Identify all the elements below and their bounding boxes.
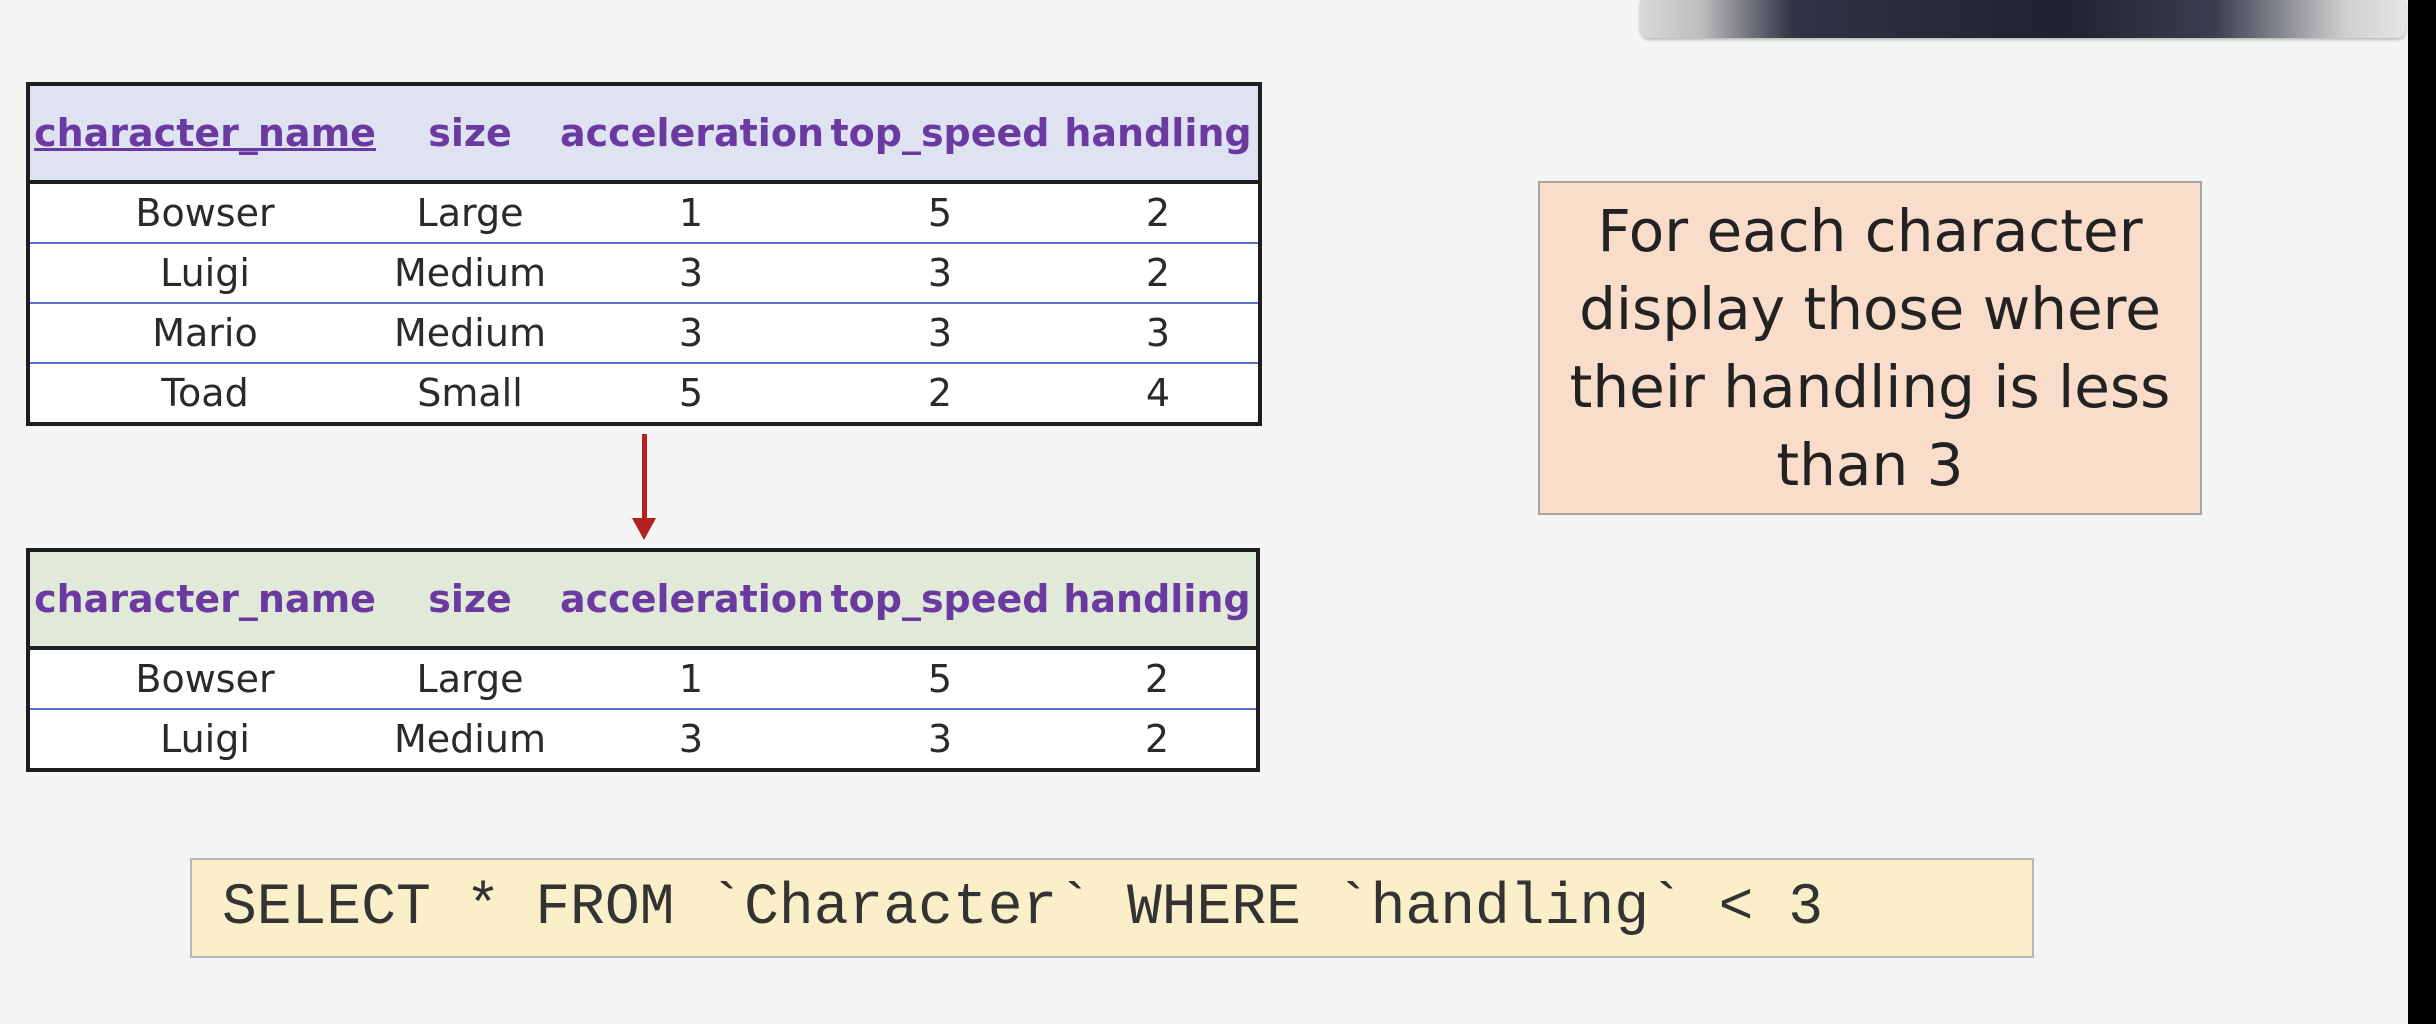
table-cell: Medium: [394, 717, 546, 761]
table-row: Mario Medium 3 3 3: [28, 303, 1260, 364]
table-header-row: character_name size acceleration top_spe…: [28, 84, 1260, 184]
table-cell: Mario: [28, 303, 380, 364]
column-header-acceleration: acceleration: [560, 84, 824, 184]
table-cell: Large: [380, 648, 560, 710]
column-header-handling: handling: [1058, 550, 1258, 650]
sql-query-box: SELECT * FROM `Character` WHERE `handlin…: [190, 858, 2034, 958]
webcam-video-thumbnail: [1640, 0, 2406, 38]
table-cell: Bowser: [28, 648, 380, 710]
table-cell: Bowser: [28, 182, 380, 244]
table-row: Toad Small 5 2 4: [28, 363, 1260, 424]
table-row: Bowser Large 1 5 2: [28, 648, 1258, 710]
table-cell: 2: [1058, 243, 1260, 304]
table-cell: 3: [822, 243, 1058, 304]
table-row: Luigi Medium 3 3 2: [28, 243, 1260, 304]
table-cell: 2: [927, 371, 953, 415]
column-header-top-speed: top_speed: [822, 84, 1058, 184]
task-prompt-box: For each character display those where t…: [1538, 181, 2202, 515]
column-header-character-name: character_name: [28, 550, 380, 650]
table-row: Luigi Medium 3 3 2: [28, 709, 1258, 770]
sql-query-text: SELECT * FROM `Character` WHERE `handlin…: [222, 875, 1824, 941]
column-header-acceleration: acceleration: [560, 550, 824, 650]
screen-edge-bar: [2408, 0, 2436, 1024]
table-cell: Toad: [161, 371, 249, 415]
table-cell: Small: [417, 371, 523, 415]
column-header-handling: handling: [1058, 84, 1260, 184]
table-cell: Luigi: [160, 717, 250, 761]
column-header-top-speed: top_speed: [822, 550, 1058, 650]
task-prompt-text: For each character display those where t…: [1569, 197, 2171, 499]
table-cell: 3: [678, 717, 704, 761]
table-cell: 3: [560, 303, 822, 364]
table-cell: 2: [1144, 717, 1170, 761]
table-cell: 3: [1058, 303, 1260, 364]
table-cell: 3: [822, 303, 1058, 364]
table-cell: 2: [1058, 182, 1260, 244]
source-table: character_name size acceleration top_spe…: [26, 82, 1262, 426]
column-header-character-name: character_name: [28, 84, 380, 184]
table-cell: 5: [822, 648, 1058, 710]
table-cell: 1: [560, 648, 822, 710]
table-cell: 3: [560, 243, 822, 304]
table-cell: 4: [1145, 371, 1171, 415]
table-cell: 5: [822, 182, 1058, 244]
table-cell: Medium: [380, 243, 560, 304]
table-cell: Medium: [380, 303, 560, 364]
result-table: character_name size acceleration top_spe…: [26, 548, 1260, 772]
arrow-down-head-icon: [632, 518, 656, 540]
table-cell: 2: [1058, 648, 1258, 710]
table-cell: 1: [560, 182, 822, 244]
table-cell: Luigi: [28, 243, 380, 304]
column-header-size: size: [380, 84, 560, 184]
arrow-down-icon: [642, 434, 647, 522]
table-cell: Large: [380, 182, 560, 244]
table-header-row: character_name size acceleration top_spe…: [28, 550, 1258, 650]
table-cell: 3: [927, 717, 953, 761]
column-header-size: size: [380, 550, 560, 650]
table-cell: 5: [678, 371, 704, 415]
table-row: Bowser Large 1 5 2: [28, 182, 1260, 244]
